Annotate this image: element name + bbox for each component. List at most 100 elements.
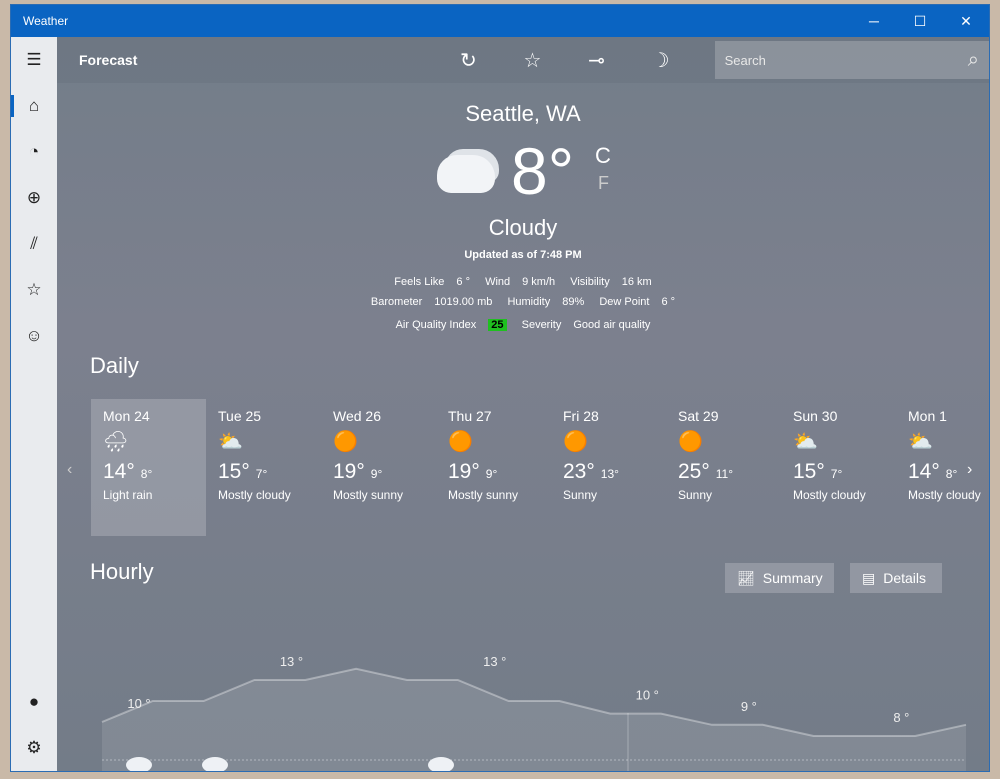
weather-window: Weather ─ ☐ ✕ ☰ ⌂ ◔ ⊕ ⫽ ☆ ☺ ● ⚙ Forecast… [10,4,990,772]
day-name: Fri 28 [563,408,599,424]
feels-like-label: Feels Like [394,276,445,288]
aqi-label: Air Quality Index [395,319,477,331]
details-button[interactable]: ▤ Details [850,563,942,593]
condition: Cloudy [488,215,558,240]
day-name: Mon 1 [908,408,947,424]
day-condition: Mostly cloudy [218,488,291,502]
globe-icon[interactable]: ⊕ [11,175,57,221]
aqi-badge: 25 [488,319,507,331]
wind-value: 9 km/h [522,276,556,288]
visibility-value: 16 km [621,276,652,288]
maximize-button[interactable]: ☐ [897,13,943,30]
refresh-icon[interactable]: ↻ [436,48,500,73]
wind-label: Wind [485,276,511,288]
day-item[interactable]: Tue 25 ⛅ 15° 7° Mostly cloudy [206,399,321,536]
pin-icon[interactable]: ⊸ [564,48,628,73]
high-temp: 14° [908,460,940,483]
minimize-button[interactable]: ─ [851,13,897,29]
current-temp: 8° [511,134,575,208]
dew-point-value: 6 ° [661,296,676,308]
low-temp: 7° [830,467,843,481]
favorites-icon[interactable]: ☆ [11,267,57,313]
prev-arrow[interactable]: ‹ [67,461,72,479]
day-name: Wed 26 [333,408,381,424]
feels-like-value: 6 ° [456,276,470,288]
title-bar: Weather ─ ☐ ✕ [11,5,989,37]
summary-button[interactable]: 📈︎ Summary [725,563,834,593]
daily-list: Mon 24 🌧 14° 8° Light rain Tue 25 ⛅ 15° 7° … [91,399,989,536]
temp-label: 10 ° [127,696,150,711]
dew-point-label: Dew Point [599,296,650,308]
day-item[interactable]: Sat 29 🟠 25° 11° Sunny [666,399,781,536]
details-row-2: Barometer 1019.00 mb Humidity 89% Dew Poin… [57,296,989,308]
day-item[interactable]: Mon 1 ⛅ 14° 8° Mostly cloudy [896,399,989,536]
barometer-value: 1019.00 mb [434,296,493,308]
day-condition: Sunny [563,488,598,502]
temp-label: 13 ° [483,654,506,669]
updated-time: Updated as of 7:48 PM [464,249,582,261]
high-temp: 19° [333,460,365,483]
day-item[interactable]: Fri 28 🟠 23° 13° Sunny [551,399,666,536]
day-item[interactable]: Sun 30 ⛅ 15° 7° Mostly cloudy [781,399,896,536]
weather-icon: 🟠 [448,431,473,453]
temp-area [102,668,966,771]
day-name: Tue 25 [218,408,262,424]
menu-icon[interactable]: ☰ [11,37,57,83]
details-label: Details [883,570,927,586]
high-temp: 23° [563,460,595,483]
star-icon[interactable]: ☆ [500,48,564,73]
search-icon[interactable]: ⌕ [968,49,979,72]
high-temp: 15° [218,460,250,483]
temp-label: 10 ° [636,688,659,703]
search-placeholder: Search [724,52,766,68]
chart-icon[interactable]: ⫽ [11,221,57,267]
severity-label: Severity [521,319,562,331]
low-temp: 9° [485,467,498,481]
details-row-3: Air Quality Index 25 Severity Good air qua… [57,319,989,331]
settings-icon[interactable]: ⚙ [11,725,57,771]
unit-fahrenheit[interactable]: F [598,173,609,194]
details-row-1: Feels Like 6 ° Wind 9 km/h Visibility 16 km [57,276,989,288]
weather-icon: ⛅ [793,431,818,453]
close-button[interactable]: ✕ [943,13,989,30]
top-bar: Forecast ↻ ☆ ⊸ ☽ Search ⌕ [57,37,989,83]
account-icon[interactable]: ● [11,679,57,725]
day-name: Sun 30 [793,408,838,424]
smiley-icon[interactable]: ☺ [11,313,57,359]
home-icon[interactable]: ⌂ [11,83,57,129]
temp-label: 9 ° [741,699,757,714]
high-temp: 19° [448,460,480,483]
window-title: Weather [23,14,69,28]
unit-celsius[interactable]: C [595,143,611,169]
daily-heading: Daily [90,353,139,378]
radar-icon[interactable]: ◔ [11,129,57,175]
cloud-icon [437,155,495,193]
low-temp: 13° [600,467,619,481]
high-temp: 25° [678,460,710,483]
day-name: Thu 27 [448,408,492,424]
hourly-heading: Hourly [90,559,154,584]
day-item[interactable]: Mon 24 🌧 14° 8° Light rain [91,399,206,536]
day-condition: Mostly sunny [333,488,404,502]
weather-icon: 🟠 [563,431,588,453]
visibility-label: Visibility [570,276,610,288]
humidity-label: Humidity [507,296,551,308]
humidity-value: 89% [562,296,585,308]
hourly-chart: 10 °13 °13 °10 °9 °8 °MonTue [101,654,967,771]
low-temp: 8° [140,467,153,481]
moon-icon[interactable]: ☽ [629,48,693,73]
day-item[interactable]: Thu 27 🟠 19° 9° Mostly sunny [436,399,551,536]
sidebar: ☰ ⌂ ◔ ⊕ ⫽ ☆ ☺ ● ⚙ [11,37,57,771]
high-temp: 15° [793,460,825,483]
search-input[interactable]: Search ⌕ [714,41,989,79]
low-temp: 9° [370,467,383,481]
low-temp: 11° [715,467,734,481]
day-item[interactable]: Wed 26 🟠 19° 9° Mostly sunny [321,399,436,536]
low-temp: 7° [255,467,268,481]
summary-label: Summary [762,570,823,586]
page-title: Forecast [79,52,138,68]
main-content: Forecast ↻ ☆ ⊸ ☽ Search ⌕ Seattle, WA 8° … [57,37,989,771]
day-condition: Mostly sunny [448,488,519,502]
chart-icon: 📈︎ [737,569,755,586]
high-temp: 14° [103,460,135,483]
